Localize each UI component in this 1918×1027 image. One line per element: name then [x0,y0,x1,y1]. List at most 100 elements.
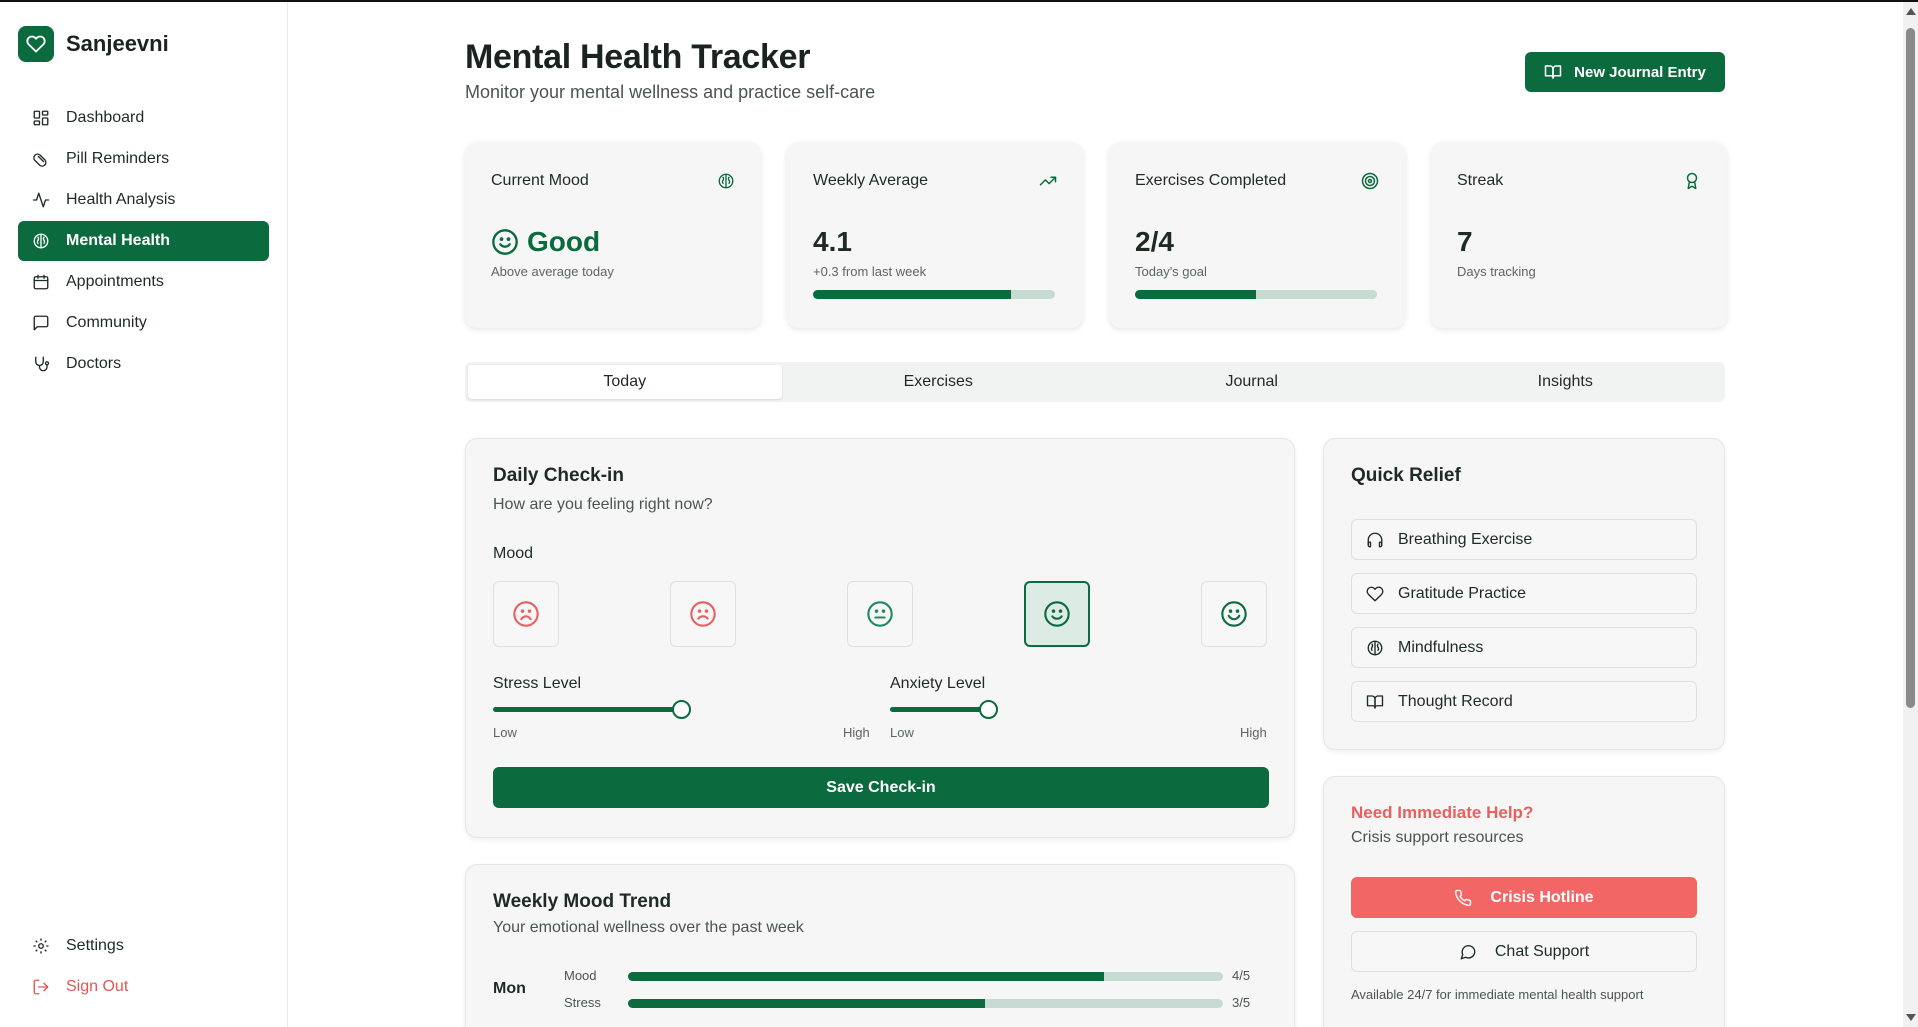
sidebar-item-community[interactable]: Community [18,303,269,343]
stat-note: Above average today [491,264,614,279]
settings-label: Settings [66,937,124,954]
book-icon [1544,65,1562,79]
page-subtitle: Monitor your mental wellness and practic… [465,82,876,102]
brain-icon [718,173,734,189]
gratitude-practice-button[interactable]: Gratitude Practice [1351,573,1697,614]
stress-slider-thumb[interactable] [672,700,691,719]
chat-bubble-icon [1460,944,1476,959]
trend-metric-name: Stress [564,995,601,1010]
immediate-help-panel: Need Immediate Help? Crisis support reso… [1323,776,1725,1027]
sidebar-item-settings[interactable]: Settings [18,926,269,966]
chat-support-label: Chat Support [1494,942,1590,960]
sign-out-label: Sign Out [66,978,129,995]
very-happy-face-icon [1221,601,1247,627]
book-icon [1366,694,1384,709]
logout-icon [33,979,49,995]
sidebar-item-label: Appointments [66,273,164,290]
thought-record-button[interactable]: Thought Record [1351,681,1697,722]
gear-icon [33,938,49,954]
sidebar-item-label: Mental Health [66,232,171,249]
sidebar-item-label: Pill Reminders [66,150,170,167]
grid-icon [33,110,49,126]
sidebar-item-appointments[interactable]: Appointments [18,262,269,302]
panel-title: Quick Relief [1351,465,1461,486]
trend-mood-bar [628,972,1223,981]
tab-today[interactable]: Today [468,365,782,399]
anxiety-slider-track[interactable] [890,707,990,712]
brand[interactable]: Sanjeevni [18,26,169,62]
sidebar-item-sign-out[interactable]: Sign Out [18,967,269,1007]
crisis-hotline-button[interactable]: Crisis Hotline [1351,877,1697,918]
message-icon [33,315,49,331]
calendar-icon [33,274,49,290]
chat-support-button[interactable]: Chat Support [1351,931,1697,972]
award-icon [1686,172,1698,190]
heart-icon [1366,586,1384,601]
scroll-down-arrow-icon[interactable] [1906,1014,1916,1021]
page-scrollbar[interactable] [1903,2,1918,1027]
trend-bar-fill [628,999,985,1008]
mood-option-happy[interactable] [1024,581,1090,647]
scrollbar-thumb[interactable] [1906,28,1915,708]
sidebar-item-label: Dashboard [66,109,145,126]
trend-metric-value: 4/5 [1232,968,1251,983]
panel-title: Weekly Mood Trend [493,891,672,912]
panel-title: Daily Check-in [493,465,624,486]
stethoscope-icon [35,356,50,372]
anxiety-slider-thumb[interactable] [979,700,998,719]
weekly-average-card: Weekly Average 4.1 +0.3 from last week [787,142,1083,328]
anxiety-low-label: Low [890,725,914,740]
activity-icon [32,192,50,208]
sidebar-item-doctors[interactable]: Doctors [18,344,269,384]
sidebar-item-dashboard[interactable]: Dashboard [18,98,269,138]
new-journal-entry-button[interactable]: New Journal Entry [1525,52,1725,92]
exercises-completed-card: Exercises Completed 2/4 Today's goal [1109,142,1405,328]
mood-label: Mood [493,545,534,562]
phone-icon [1455,889,1472,906]
scroll-up-arrow-icon[interactable] [1906,8,1916,15]
save-checkin-button[interactable]: Save Check-in [493,767,1269,808]
stat-label: Weekly Average [813,172,929,189]
stress-high-label: High [843,725,870,740]
neutral-face-icon [867,601,893,627]
tab-bar: Today Exercises Journal Insights [465,362,1725,402]
mood-option-very-sad[interactable] [493,581,559,647]
stress-slider-track[interactable] [493,707,683,712]
mood-option-neutral[interactable] [847,581,913,647]
weekly-average-progress [813,290,1055,299]
stat-value: 4.1 [813,226,852,257]
relief-item-label: Gratitude Practice [1398,584,1527,602]
sidebar: Sanjeevni Dashboard Pill Reminders Healt… [0,2,288,1027]
tab-insights[interactable]: Insights [1409,365,1723,399]
headphones-icon [1367,532,1383,547]
mood-option-sad[interactable] [670,581,736,647]
streak-card: Streak 7 Days tracking [1431,142,1727,328]
current-mood-value: Good [491,226,600,258]
new-journal-entry-label: New Journal Entry [1574,63,1706,81]
anxiety-high-label: High [1240,725,1267,740]
mindfulness-button[interactable]: Mindfulness [1351,627,1697,668]
breathing-exercise-button[interactable]: Breathing Exercise [1351,519,1697,560]
relief-item-label: Thought Record [1398,692,1513,710]
exercises-progress [1135,290,1377,299]
weekly-mood-trend-panel: Weekly Mood Trend Your emotional wellnes… [465,864,1295,1027]
brand-name: Sanjeevni [66,31,169,56]
sidebar-item-label: Health Analysis [66,191,176,208]
pill-icon [33,153,47,167]
sidebar-item-mental-health[interactable]: Mental Health [18,221,269,261]
progress-fill [1135,290,1256,299]
trend-metric-name: Mood [564,968,597,983]
stat-note: +0.3 from last week [813,264,927,279]
sidebar-item-health-analysis[interactable]: Health Analysis [18,180,269,220]
relief-item-label: Mindfulness [1398,638,1484,656]
sad-face-icon [690,601,716,627]
sidebar-nav: Dashboard Pill Reminders Health Analysis… [18,98,269,385]
tab-exercises[interactable]: Exercises [782,365,1096,399]
panel-subtitle: Your emotional wellness over the past we… [493,919,804,936]
stat-label: Exercises Completed [1135,172,1287,189]
sidebar-footer: Settings Sign Out [18,926,269,1008]
crisis-hotline-label: Crisis Hotline [1490,888,1594,906]
mood-option-very-happy[interactable] [1201,581,1267,647]
sidebar-item-pill-reminders[interactable]: Pill Reminders [18,139,269,179]
tab-journal[interactable]: Journal [1095,365,1409,399]
